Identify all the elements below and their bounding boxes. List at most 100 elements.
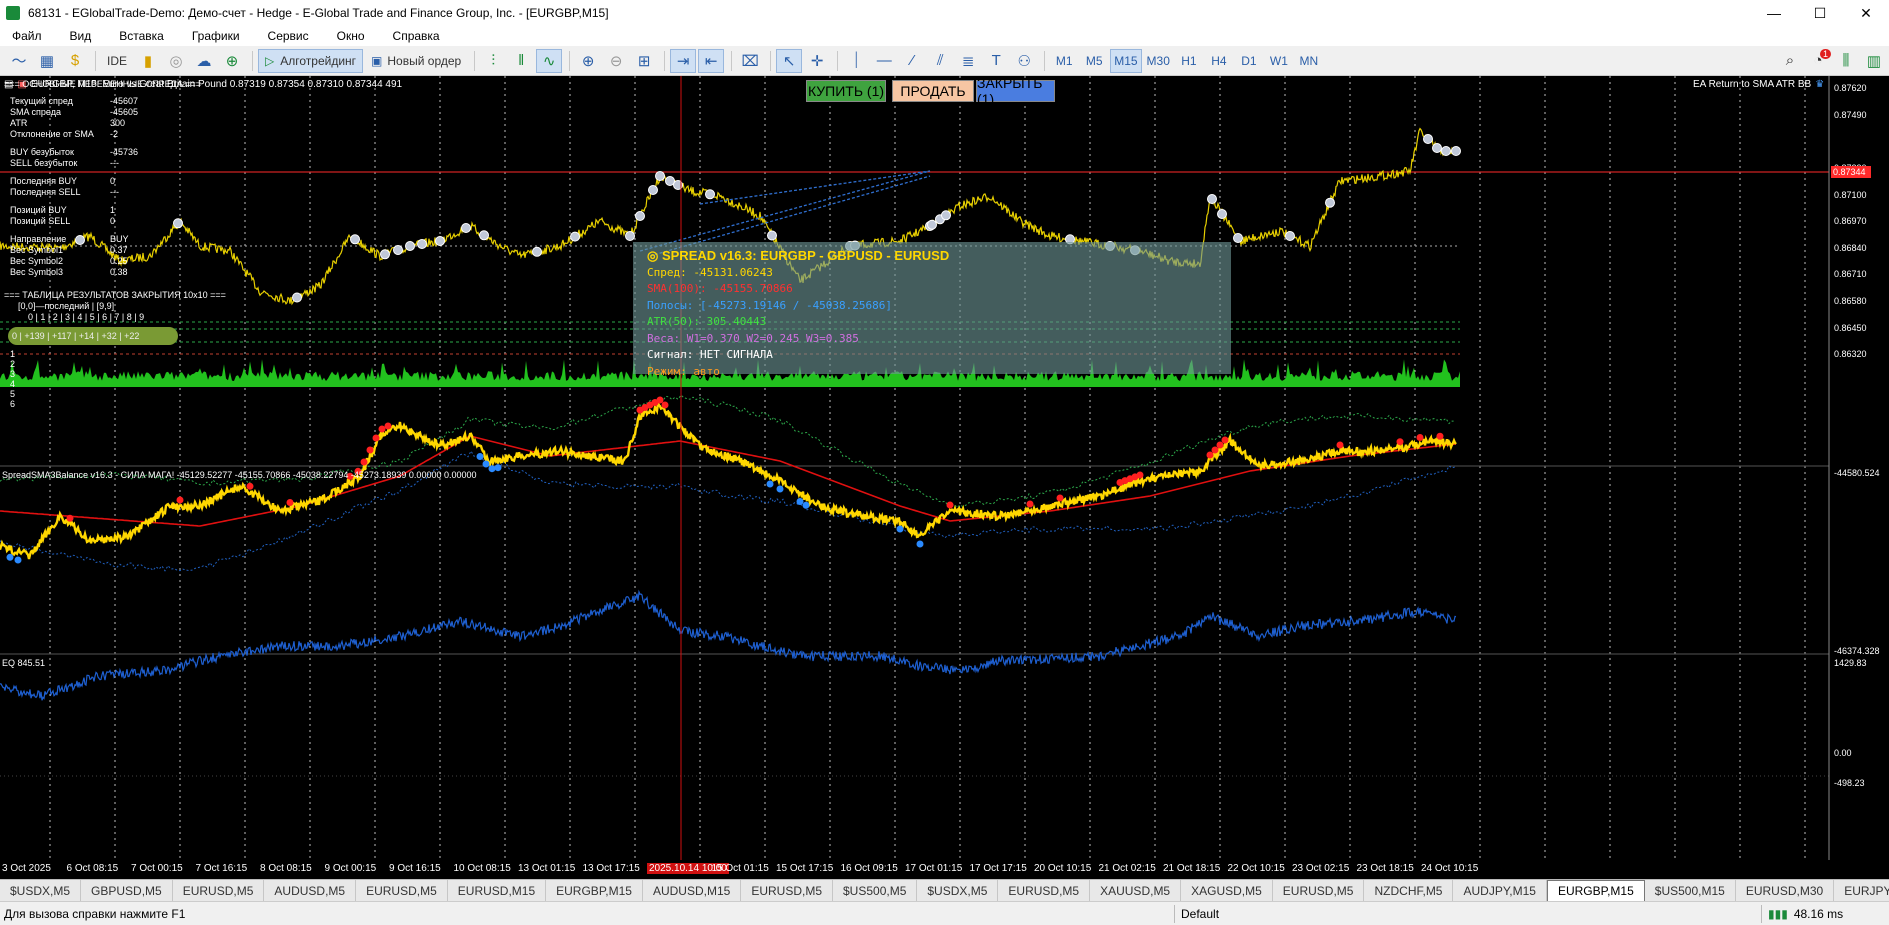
cursor-icon[interactable]: ↖ — [776, 48, 803, 73]
chart-tab[interactable]: EURUSD,M5 — [173, 879, 265, 902]
trade-marker[interactable] — [417, 239, 427, 249]
chart-tab[interactable]: EURUSD,M15 — [448, 879, 547, 902]
timeframe-mn[interactable]: MN — [1295, 49, 1323, 73]
trade-marker[interactable] — [570, 231, 580, 242]
trade-marker[interactable] — [350, 234, 360, 245]
trade-marker[interactable] — [1217, 209, 1227, 219]
trade-marker[interactable] — [1423, 134, 1433, 144]
status-ping[interactable]: 48.16 ms — [1794, 907, 1843, 921]
chart-tab[interactable]: XAGUSD,M5 — [1181, 879, 1273, 902]
chart-type-icon[interactable]: 〜 — [6, 49, 32, 73]
trade-marker[interactable] — [705, 189, 715, 200]
chart-tab[interactable]: AUDUSD,M5 — [264, 879, 357, 902]
menu-view[interactable]: Вид — [68, 29, 94, 43]
trade-marker[interactable] — [479, 230, 489, 241]
trade-marker[interactable] — [393, 245, 403, 255]
chart-tab[interactable]: EURUSD,M5 — [998, 879, 1091, 902]
minimize-button[interactable]: — — [1751, 0, 1797, 26]
timeframe-h4[interactable]: H4 — [1205, 49, 1233, 73]
chart-tab[interactable]: EURUSD,M5 — [356, 879, 448, 902]
menu-charts[interactable]: Графики — [190, 29, 242, 43]
templates-icon[interactable]: ▦ — [34, 49, 60, 73]
signal-strength-icon[interactable]: ⫼ — [1833, 49, 1859, 73]
chart-tab[interactable]: XAUUSD,M5 — [1090, 879, 1182, 902]
menu-help[interactable]: Справка — [391, 29, 442, 43]
trade-marker[interactable] — [461, 223, 471, 233]
trade-marker[interactable] — [405, 241, 415, 251]
chart-window[interactable]: ▤ ▣ EURGBP, M15: Euro vs Great Britain P… — [0, 76, 1889, 864]
chart-tab[interactable]: EURGBP,M15 — [546, 879, 643, 902]
zoom-out-icon[interactable]: ⊖ — [603, 49, 629, 73]
trade-marker[interactable] — [1451, 146, 1461, 156]
search-icon[interactable]: ⌕ — [1777, 49, 1803, 73]
menu-file[interactable]: Файл — [10, 29, 44, 43]
chart-tab[interactable]: EURUSD,M5 — [741, 879, 833, 902]
timeframe-m30[interactable]: M30 — [1144, 49, 1173, 73]
autoscroll-icon[interactable]: ⇥ — [670, 48, 697, 73]
trade-marker[interactable] — [1207, 194, 1217, 204]
algo-trading-button[interactable]: ▷ Алготрейдинг — [258, 48, 364, 73]
timeframe-w1[interactable]: W1 — [1265, 49, 1293, 73]
menu-tools[interactable]: Сервис — [266, 29, 311, 43]
line-chart-icon[interactable]: ∿ — [536, 48, 563, 73]
lock-icon[interactable]: ▮ — [135, 49, 161, 73]
shapes-icon[interactable]: ⚇ — [1011, 49, 1037, 73]
time-axis[interactable]: 3 Oct 2025 6 Oct 08:15 7 Oct 00:15 7 Oct 16… — [0, 860, 1889, 879]
notifications-icon[interactable]: ◔ 1 — [1805, 48, 1831, 73]
timeframe-m15[interactable]: M15 — [1110, 48, 1142, 73]
chart-tab[interactable]: AUDUSD,M15 — [643, 879, 742, 902]
trade-marker[interactable] — [655, 171, 665, 181]
menu-insert[interactable]: Вставка — [117, 29, 166, 43]
trade-marker[interactable] — [635, 211, 645, 221]
screenshot-icon[interactable]: ⌧ — [737, 49, 763, 73]
market-icon[interactable]: $ — [62, 49, 88, 73]
zoom-in-icon[interactable]: ⊕ — [575, 49, 601, 73]
horizontal-line-icon[interactable]: — — [871, 49, 897, 73]
chart-tab[interactable]: NZDCHF,M5 — [1364, 879, 1454, 902]
chart-tab[interactable]: $US500,M15 — [1645, 879, 1736, 902]
chart-tab[interactable]: $USDX,M5 — [917, 879, 999, 902]
vertical-line-icon[interactable]: ⏐ — [843, 49, 869, 73]
timeframe-d1[interactable]: D1 — [1235, 49, 1263, 73]
crosshair-icon[interactable]: ✛ — [804, 49, 830, 73]
chart-tab[interactable]: $US500,M5 — [833, 879, 918, 902]
text-icon[interactable]: T — [983, 49, 1009, 73]
trade-marker[interactable] — [532, 246, 542, 257]
trade-marker[interactable] — [927, 219, 937, 230]
timeframe-h1[interactable]: H1 — [1175, 49, 1203, 73]
timeframe-m1[interactable]: M1 — [1050, 49, 1078, 73]
candles-icon[interactable]: ‖ — [508, 49, 534, 73]
trade-marker[interactable] — [292, 292, 302, 303]
status-profile[interactable]: Default — [1181, 907, 1761, 921]
chart-tab[interactable]: $USDX,M5 — [0, 879, 82, 902]
trade-marker[interactable] — [380, 249, 390, 260]
ide-button[interactable]: IDE — [101, 49, 133, 73]
close-positions-button[interactable]: ЗАКРЫТЬ (1) — [976, 76, 1055, 107]
chart-tab[interactable]: AUDJPY,M15 — [1453, 879, 1547, 902]
bar-chart-icon[interactable]: ⫶ — [480, 49, 506, 73]
menu-window[interactable]: Окно — [335, 29, 367, 43]
chart-tab[interactable]: EURGBP,M15 — [1546, 879, 1645, 902]
trade-marker[interactable] — [1325, 197, 1335, 208]
trade-marker[interactable] — [1285, 231, 1295, 241]
fibo-icon[interactable]: ≣ — [955, 49, 981, 73]
chart-tab[interactable]: EURUSD,M5 — [1273, 879, 1365, 902]
channel-icon[interactable]: ⫽ — [927, 49, 953, 73]
tile-windows-icon[interactable]: ⊞ — [631, 49, 657, 73]
chart-tab[interactable]: EURJPY,H1 — [1834, 880, 1889, 902]
chart-canvas[interactable] — [0, 76, 1889, 860]
trade-marker[interactable] — [648, 185, 658, 195]
trendline-icon[interactable]: ⁄ — [899, 49, 925, 73]
chart-tab[interactable]: GBPUSD,M5 — [81, 879, 173, 902]
layout-icon[interactable]: ▥ — [1861, 49, 1887, 73]
trade-marker[interactable] — [625, 231, 635, 241]
trade-marker[interactable] — [1233, 233, 1243, 243]
trade-marker[interactable] — [1441, 146, 1451, 156]
trade-marker[interactable] — [941, 210, 951, 221]
trade-marker[interactable] — [435, 236, 445, 246]
trade-marker[interactable] — [767, 230, 777, 241]
vps-icon[interactable]: ⊕ — [219, 49, 245, 73]
buy-button[interactable]: КУПИТЬ (1) — [806, 80, 886, 102]
chart-tab[interactable]: EURUSD,M30 — [1736, 879, 1835, 902]
chart-shift-icon[interactable]: ⇤ — [698, 48, 725, 73]
